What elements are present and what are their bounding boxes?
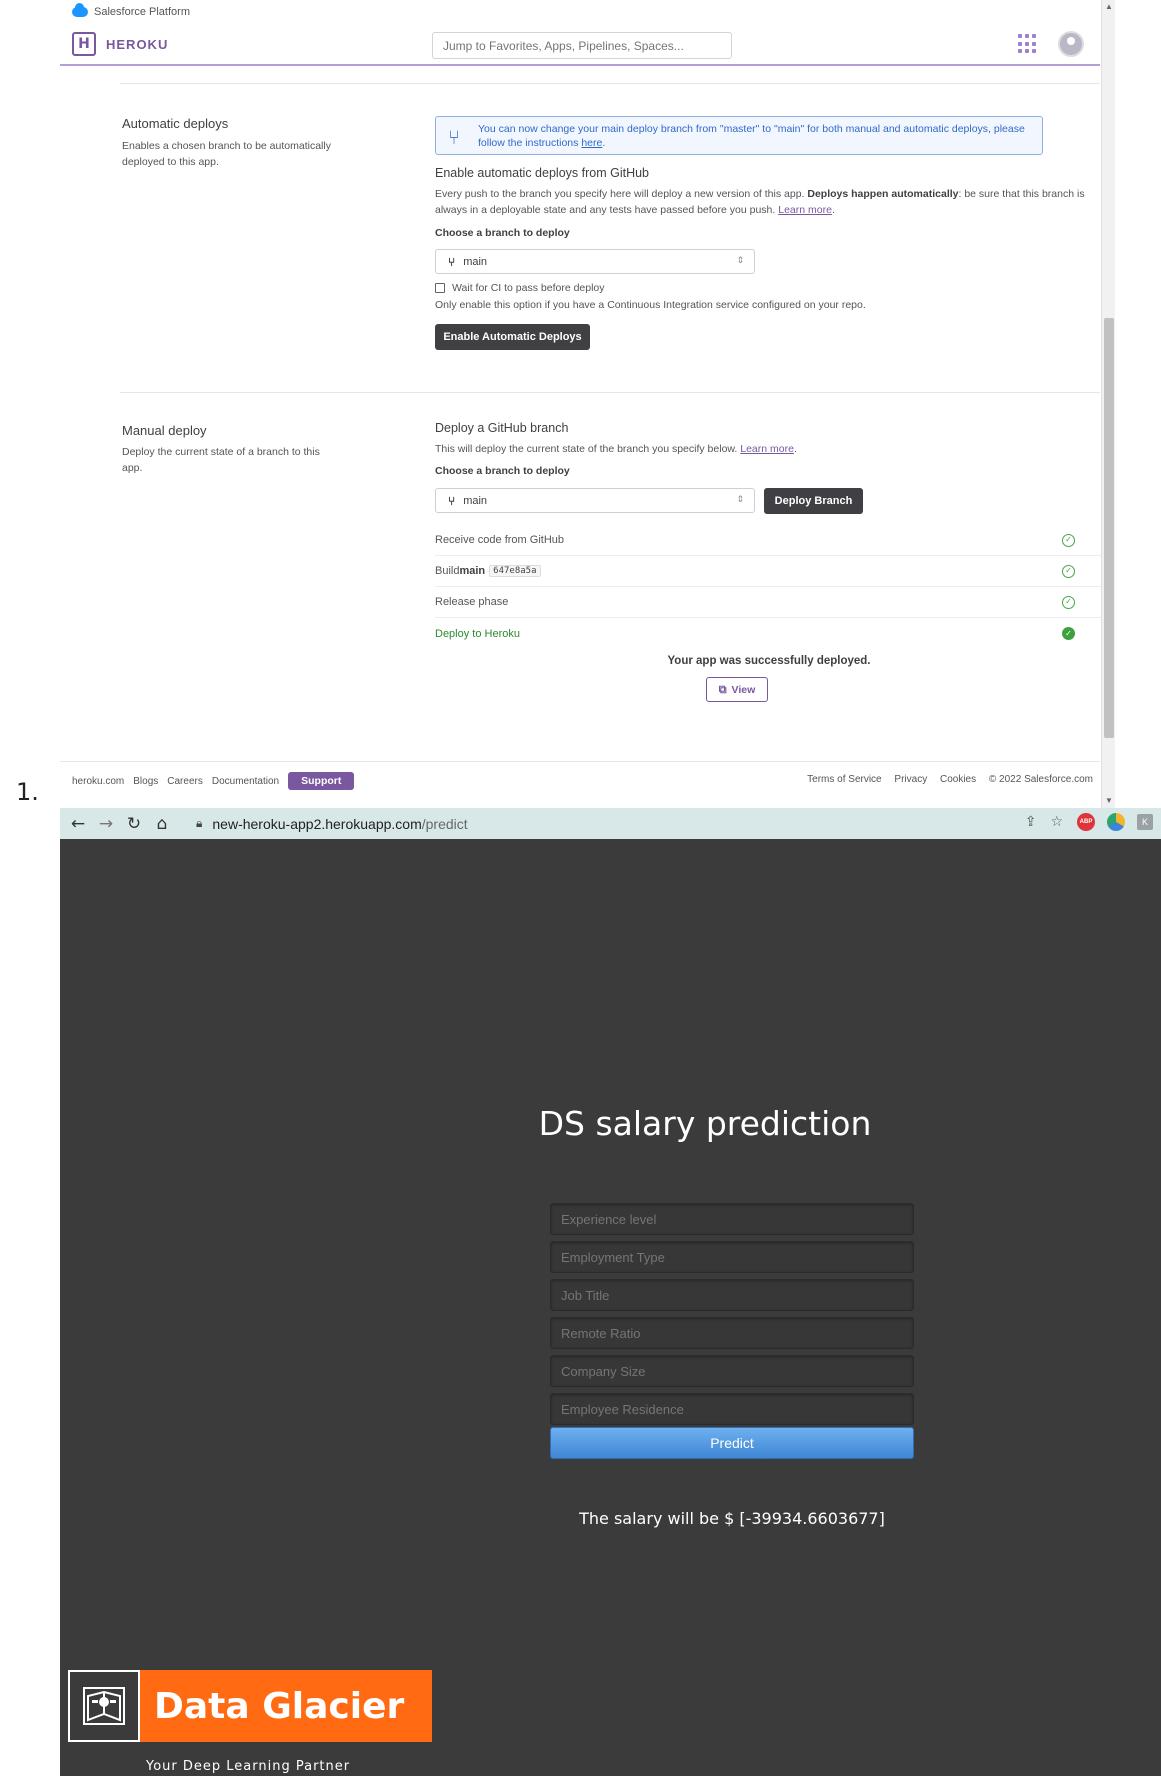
prediction-result: The salary will be $ [-39934.6603677] — [579, 1509, 885, 1528]
footer-link-cookies[interactable]: Cookies — [940, 774, 976, 785]
reload-icon[interactable]: ↻ — [120, 814, 148, 834]
heroku-header: H HEROKU — [60, 24, 1100, 66]
branch-notice: ⑂ You can now change your main deploy br… — [435, 116, 1043, 155]
footer-copyright: © 2022 Salesforce.com — [988, 774, 1093, 785]
heroku-dashboard-window: Salesforce Platform H HEROKU Automatic d… — [60, 0, 1115, 808]
footer-link-blogs[interactable]: Blogs — [133, 776, 158, 787]
check-filled-icon: ✓ — [1062, 627, 1075, 640]
divider — [120, 83, 1100, 84]
remote-ratio-input[interactable] — [550, 1317, 914, 1349]
step-build: Build main 647e8a5a ✓ — [435, 556, 1103, 587]
company-size-input[interactable] — [550, 1355, 914, 1387]
apps-grid-icon[interactable] — [1018, 34, 1038, 54]
manual-branch-select[interactable]: ⑂ main ⇕ — [435, 488, 755, 513]
commit-sha[interactable]: 647e8a5a — [489, 565, 541, 577]
manual-deploy-para: This will deploy the current state of th… — [435, 443, 797, 455]
share-icon[interactable]: ⇪ — [1025, 814, 1037, 830]
data-glacier-logo: Data Glacier — [68, 1670, 432, 1742]
enable-automatic-deploys-button[interactable]: Enable Automatic Deploys — [435, 324, 590, 350]
git-branch-icon: ⑂ — [448, 254, 456, 269]
home-icon[interactable]: ⌂ — [148, 814, 176, 834]
manual-branch-value: main — [463, 494, 488, 507]
url-path: /predict — [421, 815, 468, 832]
lock-icon[interactable]: 🔒︎ — [196, 816, 202, 831]
employee-residence-input[interactable] — [550, 1393, 914, 1425]
employment-type-input[interactable] — [550, 1241, 914, 1273]
ci-note: Only enable this option if you have a Co… — [435, 299, 866, 311]
scroll-down-arrow-icon[interactable]: ▼ — [1102, 794, 1115, 808]
deploy-branch-button[interactable]: Deploy Branch — [764, 488, 863, 514]
toolbar-actions: ⇪ ☆ ABP K — [1011, 813, 1153, 831]
heroku-brand[interactable]: HEROKU — [106, 37, 168, 52]
back-arrow-icon[interactable]: ← — [64, 814, 92, 834]
footer-link-heroku[interactable]: heroku.com — [72, 776, 124, 787]
footer-link-careers[interactable]: Careers — [167, 776, 203, 787]
manual-deploy-description: Deploy the current state of a branch to … — [122, 446, 320, 474]
auto-learn-more-link[interactable]: Learn more — [778, 204, 832, 216]
wait-for-ci-checkbox[interactable] — [435, 283, 445, 293]
extension-k-icon[interactable]: K — [1137, 814, 1153, 830]
auto-deploy-description: Every push to the branch you specify her… — [435, 188, 1085, 216]
auto-choose-branch-label: Choose a branch to deploy — [435, 227, 570, 239]
divider — [120, 392, 1100, 393]
scroll-up-arrow-icon[interactable]: ▲ — [1102, 0, 1115, 14]
footer-link-privacy[interactable]: Privacy — [894, 774, 927, 785]
external-link-icon: ⧉ — [718, 682, 727, 696]
jump-search-input[interactable] — [432, 32, 732, 59]
prediction-page: DS salary prediction Predict The salary … — [60, 839, 1161, 1776]
adblock-extension-icon[interactable]: ABP — [1077, 813, 1095, 831]
branch-notice-text: You can now change your main deploy bran… — [478, 123, 1025, 149]
auto-branch-select[interactable]: ⑂ main ⇕ — [435, 249, 755, 274]
footer-link-documentation[interactable]: Documentation — [212, 776, 279, 787]
url-host: new-heroku-app2.herokuapp.com — [212, 815, 422, 832]
brand-tagline: Your Deep Learning Partner — [146, 1759, 351, 1774]
manual-learn-more-link[interactable]: Learn more — [740, 443, 794, 455]
step-receive-code: Receive code from GitHub ✓ — [435, 525, 1103, 556]
scrollbar-thumb[interactable] — [1104, 318, 1114, 738]
footer-divider — [60, 761, 1100, 762]
manual-choose-branch-label: Choose a branch to deploy — [435, 465, 570, 477]
extension-icon[interactable] — [1107, 813, 1125, 831]
auto-branch-value: main — [463, 255, 488, 268]
scrollbar[interactable]: ▲ ▼ — [1101, 0, 1115, 808]
check-circle-icon: ✓ — [1062, 565, 1075, 578]
automatic-deploys-title: Automatic deploys — [122, 116, 229, 131]
experience-level-input[interactable] — [550, 1203, 914, 1235]
chevron-updown-icon: ⇕ — [736, 495, 744, 505]
footer-legal-links: Terms of Service Privacy Cookies © 2022 … — [797, 774, 1093, 785]
support-button[interactable]: Support — [288, 772, 355, 790]
user-avatar[interactable] — [1058, 31, 1084, 57]
learning-book-icon — [68, 1670, 140, 1742]
chevron-updown-icon: ⇕ — [736, 256, 744, 266]
heroku-logo-icon[interactable]: H — [72, 32, 96, 56]
browser-toolbar: ← → ↻ ⌂ 🔒︎ new-heroku-app2.herokuapp.com… — [60, 808, 1161, 839]
check-circle-icon: ✓ — [1062, 596, 1075, 609]
manual-deploy-title: Manual deploy — [122, 423, 207, 438]
salesforce-cloud-icon — [72, 3, 88, 17]
salesforce-bar: Salesforce Platform — [60, 0, 1100, 24]
check-circle-icon: ✓ — [1062, 534, 1075, 547]
address-bar[interactable]: 🔒︎ new-heroku-app2.herokuapp.com/predict — [196, 811, 1116, 836]
git-branch-icon: ⑂ — [448, 493, 456, 508]
view-app-button[interactable]: ⧉ View — [706, 677, 768, 702]
wait-for-ci-label: Wait for CI to pass before deploy — [452, 282, 605, 294]
list-marker: 1. — [16, 778, 39, 806]
brand-name: Data Glacier — [140, 1670, 432, 1742]
footer-link-terms[interactable]: Terms of Service — [807, 774, 881, 785]
page-title: DS salary prediction — [538, 1104, 872, 1143]
predict-button[interactable]: Predict — [550, 1427, 914, 1459]
deploy-success-message: Your app was successfully deployed. — [667, 655, 871, 667]
forward-arrow-icon[interactable]: → — [92, 814, 120, 834]
salesforce-label: Salesforce Platform — [94, 6, 190, 18]
notice-here-link[interactable]: here — [581, 137, 602, 149]
deploy-github-branch-heading: Deploy a GitHub branch — [435, 421, 569, 435]
enable-auto-heading: Enable automatic deploys from GitHub — [435, 166, 649, 180]
step-deploy-to-heroku: Deploy to Heroku ✓ — [435, 618, 1103, 649]
job-title-input[interactable] — [550, 1279, 914, 1311]
git-branch-icon: ⑂ — [448, 125, 460, 149]
bookmark-star-icon[interactable]: ☆ — [1050, 814, 1063, 830]
footer-links: heroku.com Blogs Careers Documentation S… — [72, 772, 363, 790]
automatic-deploys-description: Enables a chosen branch to be automatica… — [122, 140, 331, 168]
step-release-phase: Release phase ✓ — [435, 587, 1103, 618]
